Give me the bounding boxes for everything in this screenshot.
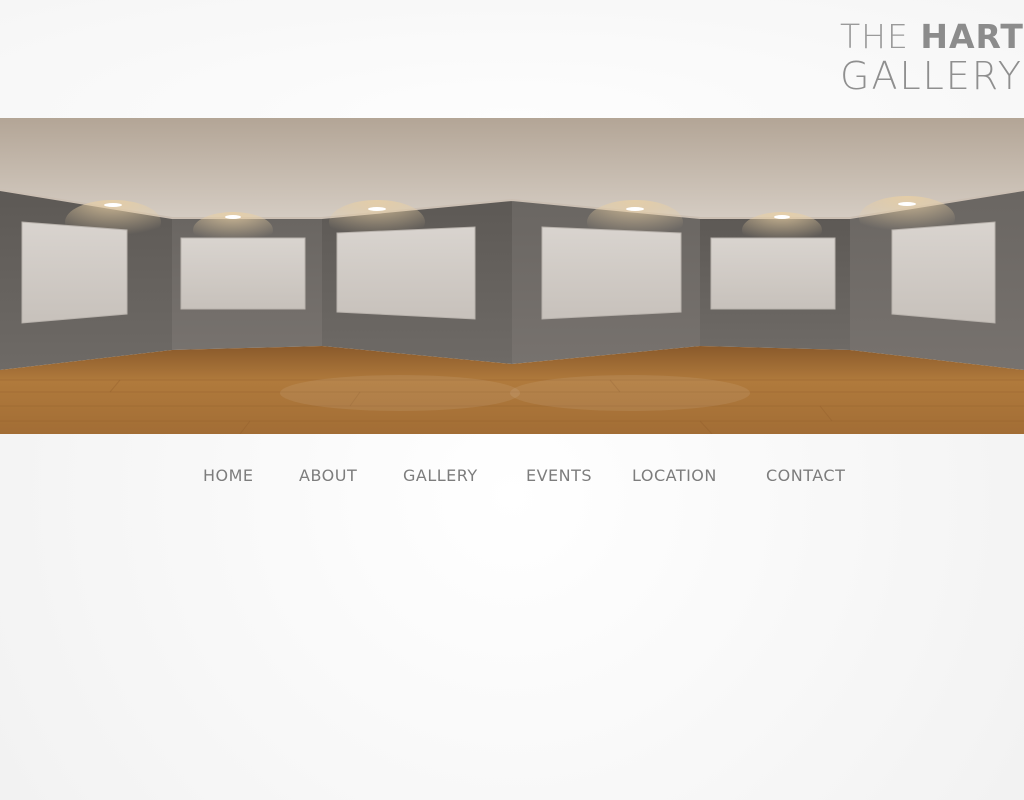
nav-item-location[interactable]: LOCATION	[632, 466, 717, 485]
main-navigation: HOME ABOUT GALLERY EVENTS LOCATION CONTA…	[0, 466, 1024, 492]
logo-word-gallery: GALLERY	[840, 54, 1023, 98]
nav-item-events[interactable]: EVENTS	[526, 466, 592, 485]
logo-line-1: THE HART	[840, 17, 1023, 56]
gallery-room-illustration	[0, 118, 1024, 434]
nav-item-contact[interactable]: CONTACT	[766, 466, 845, 485]
nav-item-about[interactable]: ABOUT	[299, 466, 357, 485]
hero-banner-image	[0, 118, 1024, 434]
logo-word-the: THE	[840, 17, 909, 56]
nav-item-home[interactable]: HOME	[203, 466, 254, 485]
nav-item-gallery[interactable]: GALLERY	[403, 466, 478, 485]
site-header: THE HART GALLERY	[0, 0, 1024, 118]
logo[interactable]: THE HART GALLERY	[840, 17, 1023, 98]
logo-word-hart: HART	[920, 17, 1024, 56]
